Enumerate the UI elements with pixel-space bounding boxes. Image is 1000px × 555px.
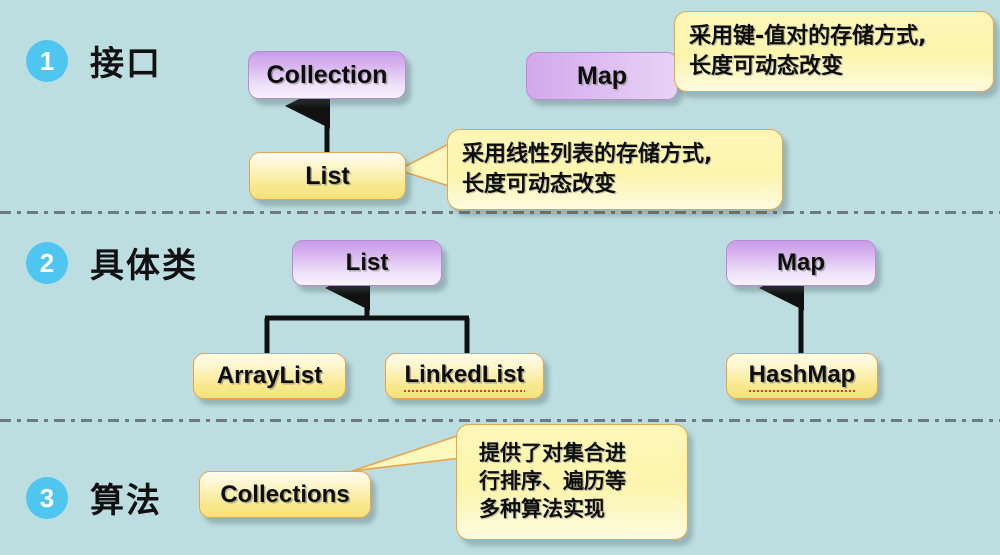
callout-map-line-2: 长度可动态改变 [689, 53, 844, 79]
section-label-algorithm: 3 算法 [26, 473, 162, 522]
callout-map-line-1: 采用键-值对的存储方式, [689, 24, 927, 50]
node-map-interface-label: Map [577, 61, 627, 90]
callout-collections: 提供了对集合进 行排序、遍历等 多种算法实现 [456, 424, 688, 540]
node-collection[interactable]: Collection [248, 51, 406, 99]
section-badge-3: 3 [26, 476, 68, 519]
callout-list: 采用线性列表的存储方式, 长度可动态改变 [447, 129, 783, 210]
node-map-interface[interactable]: Map [526, 52, 678, 100]
node-list-interface[interactable]: List [249, 152, 406, 200]
node-list-interface-label: List [305, 161, 350, 190]
section-title-3: 算法 [90, 481, 162, 521]
callout-collections-line-3: 多种算法实现 [479, 496, 605, 521]
callout-collections-line-2: 行排序、遍历等 [479, 469, 626, 494]
node-collections[interactable]: Collections [199, 471, 371, 518]
node-list-class[interactable]: List [292, 240, 442, 286]
node-map-class[interactable]: Map [726, 240, 876, 286]
section-badge-2: 2 [26, 241, 68, 284]
node-linkedlist[interactable]: LinkedList [385, 353, 544, 399]
node-linkedlist-label: LinkedList [404, 360, 525, 392]
callout-list-line-1: 采用线性列表的存储方式, [462, 142, 713, 168]
callout-map: 采用键-值对的存储方式, 长度可动态改变 [674, 11, 994, 92]
callout-collections-line-1: 提供了对集合进 [479, 441, 626, 466]
node-hashmap[interactable]: HashMap [726, 353, 878, 399]
node-list-class-label: List [345, 249, 389, 276]
node-hashmap-label: HashMap [748, 360, 856, 392]
diagram-canvas: 1 接口 Collection List Map 采用键-值对的存储方式, 长度… [0, 0, 1000, 555]
node-collections-label: Collections [220, 480, 350, 508]
callout-list-line-2: 长度可动态改变 [462, 171, 617, 197]
node-arraylist[interactable]: ArrayList [193, 353, 346, 399]
section-label-concrete-class: 2 具体类 [26, 238, 198, 287]
section-title-2: 具体类 [90, 246, 198, 286]
section-separator-2 [0, 419, 1000, 422]
node-collection-label: Collection [266, 60, 388, 89]
node-map-class-label: Map [777, 249, 825, 276]
section-label-interface: 1 接口 [26, 36, 162, 85]
section-separator-1 [0, 211, 1000, 214]
node-arraylist-label: ArrayList [216, 362, 323, 389]
section-badge-1: 1 [26, 39, 68, 82]
section-title-1: 接口 [90, 44, 162, 84]
